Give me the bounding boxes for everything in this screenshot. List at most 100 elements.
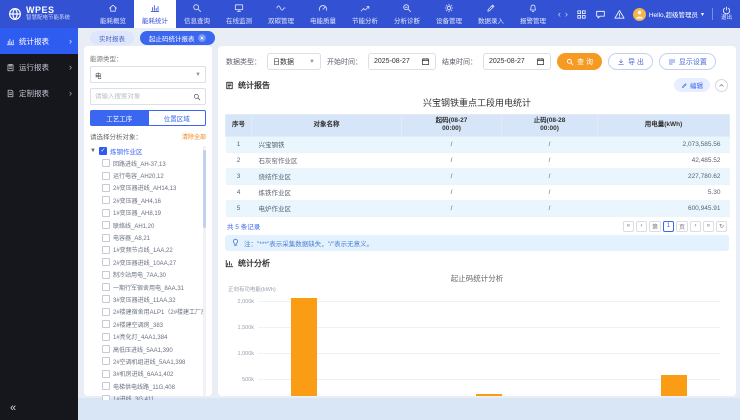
nav-item-8[interactable]: 分析诊断 <box>386 0 428 28</box>
nav-item-5[interactable]: 双碳管理 <box>260 0 302 28</box>
bar-烧结作业区[interactable] <box>476 394 502 396</box>
tree-node[interactable]: 2#楼建宿舍用ALP1（2#楼建工厂房） <box>90 306 206 318</box>
nav-item-7[interactable]: 节能分析 <box>344 0 386 28</box>
tree-scrollbar[interactable] <box>203 146 206 396</box>
energy-type-select[interactable]: 电 ▼ <box>90 66 206 83</box>
checkbox-unchecked[interactable] <box>102 308 110 316</box>
tree-node[interactable]: 一期行军宿舍用电_8AA,31 <box>90 281 206 293</box>
tree-scrollbar-thumb[interactable] <box>203 150 206 228</box>
sidebar-collapse-icon[interactable]: « <box>10 403 16 414</box>
page-tab-2[interactable]: 起止码统计报表 <box>140 31 215 45</box>
start-date-input[interactable]: 2025-08-27 <box>368 53 436 70</box>
checkbox-unchecked[interactable] <box>102 196 110 204</box>
caret-down-icon[interactable]: ▼ <box>90 148 96 154</box>
checkbox-unchecked[interactable] <box>102 345 110 353</box>
checkbox-unchecked[interactable] <box>102 246 110 254</box>
clear-all-link[interactable]: 清除全部 <box>182 132 206 141</box>
nav-item-4[interactable]: 在线监测 <box>218 0 260 28</box>
table-row[interactable]: 2石灰窑作业区//42,485.52 <box>226 152 730 168</box>
tree-node[interactable]: 1#亮化灯_4AA1,384 <box>90 330 206 342</box>
tree-search-input[interactable] <box>95 93 181 100</box>
tree-node[interactable]: 运行电容_AH20,12 <box>90 169 206 181</box>
checkbox-checked[interactable]: ✓ <box>99 147 107 155</box>
tree-node[interactable]: 电容器_A8,21 <box>90 231 206 243</box>
tree-node[interactable]: 2#变压器_AH4,16 <box>90 194 206 206</box>
checkbox-unchecked[interactable] <box>102 370 110 378</box>
pager-button[interactable]: « <box>623 221 634 232</box>
search-icon[interactable] <box>193 93 201 101</box>
checkbox-unchecked[interactable] <box>102 172 110 180</box>
sidebar-item-2[interactable]: 运行报表› <box>0 54 78 80</box>
edit-button[interactable]: 编辑 <box>674 78 710 92</box>
checkbox-unchecked[interactable] <box>102 357 110 365</box>
page-tab-1[interactable]: 实时报表 <box>90 31 134 45</box>
pager-button[interactable]: ↻ <box>716 221 727 232</box>
tree-node[interactable]: 2#变压器进线_AH14,13 <box>90 182 206 194</box>
close-icon[interactable] <box>198 34 206 42</box>
checkbox-unchecked[interactable] <box>102 283 110 291</box>
tree-node[interactable]: 联络线_AH1,20 <box>90 219 206 231</box>
pager-button[interactable]: › <box>690 221 701 232</box>
pager-button[interactable]: » <box>703 221 714 232</box>
tree-node[interactable]: 1#进线_3G,411 <box>90 392 206 400</box>
tree-node[interactable]: 制冷站用电_7AA,30 <box>90 269 206 281</box>
checkbox-unchecked[interactable] <box>102 320 110 328</box>
checkbox-unchecked[interactable] <box>102 234 110 242</box>
tree-tab-1[interactable]: 工艺工序 <box>90 110 149 126</box>
table-row[interactable]: 4炼铁作业区//5.30 <box>226 184 730 200</box>
nav-item-2[interactable]: 能耗统计 <box>134 0 176 28</box>
nav-item-1[interactable]: 能耗概览 <box>92 0 134 28</box>
message-icon[interactable] <box>595 9 606 20</box>
end-date-input[interactable]: 2025-08-27 <box>483 53 551 70</box>
table-row[interactable]: 1兴宝钢铁//2,073,585.56 <box>226 136 730 152</box>
nav-item-9[interactable]: 设备管理 <box>428 0 470 28</box>
bar-兴宝钢铁[interactable] <box>291 298 317 396</box>
tree-node[interactable]: 回路进线_AH-37,13 <box>90 157 206 169</box>
export-button[interactable]: 导 出 <box>608 53 653 70</box>
pager-button[interactable]: 第 <box>649 221 661 232</box>
sidebar-item-3[interactable]: 定制报表› <box>0 80 78 106</box>
data-type-select[interactable]: 日数据 ▼ <box>267 53 321 70</box>
checkbox-unchecked[interactable] <box>102 295 110 303</box>
user-menu[interactable]: Hello,超级管理员 ▾ <box>633 8 704 21</box>
tree-node[interactable]: 高低压进线_5AA1,390 <box>90 343 206 355</box>
table-row[interactable]: 3烧结作业区//227,780.62 <box>226 168 730 184</box>
tree-node[interactable]: 3#机房进线_6AA1,402 <box>90 368 206 380</box>
tree-node[interactable]: 1#变压器_AH8,19 <box>90 207 206 219</box>
tree-node[interactable]: 2#楼建空调房_383 <box>90 318 206 330</box>
query-button[interactable]: 查 询 <box>557 53 602 70</box>
notification-icon[interactable] <box>614 9 625 20</box>
tab-scroll-left-icon[interactable]: ‹ <box>558 10 561 19</box>
tree-node[interactable]: 1#变频节点线_1AA,22 <box>90 244 206 256</box>
nav-item-3[interactable]: 信息查询 <box>176 0 218 28</box>
checkbox-unchecked[interactable] <box>102 258 110 266</box>
nav-item-11[interactable]: 报警管理 <box>512 0 554 28</box>
checkbox-unchecked[interactable] <box>102 382 110 390</box>
tree-node[interactable]: 2#空调机组进线_5AA1,398 <box>90 355 206 367</box>
checkbox-unchecked[interactable] <box>102 395 110 400</box>
display-settings-button[interactable]: 显示设置 <box>659 53 716 70</box>
checkbox-unchecked[interactable] <box>102 209 110 217</box>
pager-button[interactable]: 页 <box>676 221 688 232</box>
sidebar-item-1[interactable]: 统计报表› <box>0 28 78 54</box>
logout-button[interactable]: 退出 <box>721 6 732 22</box>
pager-button[interactable]: ‹ <box>636 221 647 232</box>
tree-tab-2[interactable]: 位置区域 <box>149 110 207 126</box>
checkbox-unchecked[interactable] <box>102 184 110 192</box>
apps-icon[interactable] <box>576 9 587 20</box>
tree-node[interactable]: 3#变压器进线_11AA,32 <box>90 293 206 305</box>
collapse-section-button[interactable] <box>715 79 728 92</box>
tree-node[interactable]: 2#变压器进线_10AA,27 <box>90 256 206 268</box>
checkbox-unchecked[interactable] <box>102 159 110 167</box>
tree-node[interactable]: 电梯供电线路_11G,408 <box>90 380 206 392</box>
checkbox-unchecked[interactable] <box>102 221 110 229</box>
nav-item-6[interactable]: 电能质量 <box>302 0 344 28</box>
nav-item-10[interactable]: 数据录入 <box>470 0 512 28</box>
pager-button[interactable]: 1 <box>663 221 674 232</box>
bar-电炉作业区[interactable] <box>661 375 687 396</box>
checkbox-unchecked[interactable] <box>102 271 110 279</box>
table-row[interactable]: 5电炉作业区//600,945.91 <box>226 200 730 216</box>
checkbox-unchecked[interactable] <box>102 333 110 341</box>
tab-scroll-right-icon[interactable]: › <box>565 10 568 19</box>
tree-root-node[interactable]: ▼ ✓ 炼钢作业区 <box>90 144 206 157</box>
